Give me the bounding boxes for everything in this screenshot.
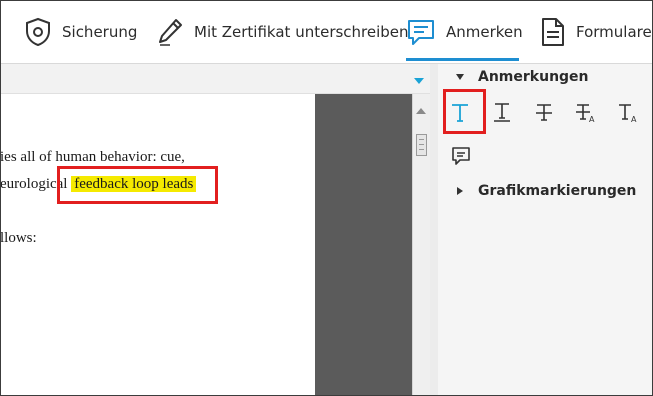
document-page[interactable]: ies all of human behavior: cue, eurologi… xyxy=(0,94,315,396)
document-line-3: llows: xyxy=(0,230,37,246)
section-grafikmarkierungen-header[interactable]: Grafikmarkierungen xyxy=(454,183,636,199)
vertical-scrollbar[interactable] xyxy=(412,94,430,396)
toolbar-anmerken-label: Anmerken xyxy=(446,23,523,41)
toolbar-sign-certificate-label: Mit Zertifikat unterschreiben xyxy=(194,23,409,41)
comment-note-icon[interactable] xyxy=(443,138,479,174)
page-gutter xyxy=(315,94,412,396)
scrollbar-thumb[interactable] xyxy=(416,134,427,156)
panel-left-strip xyxy=(430,64,438,396)
caret-down-icon xyxy=(454,71,466,83)
toolbar-sicherung-label: Sicherung xyxy=(62,23,138,41)
text-strikethrough-icon[interactable] xyxy=(526,94,562,130)
toolbar-formulare[interactable]: Formulare xyxy=(540,0,652,64)
form-document-icon xyxy=(540,17,566,47)
comment-icon xyxy=(406,17,436,47)
toolbar-sicherung[interactable]: Sicherung xyxy=(24,0,137,64)
svg-text:A: A xyxy=(631,115,637,123)
toolbar-sign-certificate[interactable]: Mit Zertifikat unterschreiben xyxy=(156,0,409,64)
text-underline-icon[interactable] xyxy=(484,94,520,130)
scroll-up-icon[interactable] xyxy=(416,108,426,114)
highlight-callout-box xyxy=(57,166,218,204)
chevron-down-icon[interactable] xyxy=(413,73,425,84)
section-anmerkungen-title: Anmerkungen xyxy=(478,69,589,85)
document-header-bar xyxy=(0,64,430,94)
section-grafikmarkierungen-title: Grafikmarkierungen xyxy=(478,183,637,199)
top-toolbar: Sicherung Mit Zertifikat unterschreiben … xyxy=(0,0,653,64)
pen-icon xyxy=(156,17,184,47)
section-anmerkungen-header[interactable]: Anmerkungen xyxy=(454,69,589,85)
shield-icon xyxy=(24,17,52,47)
replace-text-icon[interactable]: A xyxy=(568,94,604,130)
svg-text:A: A xyxy=(589,115,595,123)
caret-right-icon xyxy=(454,185,466,197)
toolbar-formulare-label: Formulare xyxy=(576,23,652,41)
document-line-1: ies all of human behavior: cue, xyxy=(0,149,185,165)
insert-text-icon[interactable]: A xyxy=(610,94,646,130)
tool-callout-box xyxy=(443,89,486,134)
toolbar-anmerken[interactable]: Anmerken xyxy=(406,0,523,64)
